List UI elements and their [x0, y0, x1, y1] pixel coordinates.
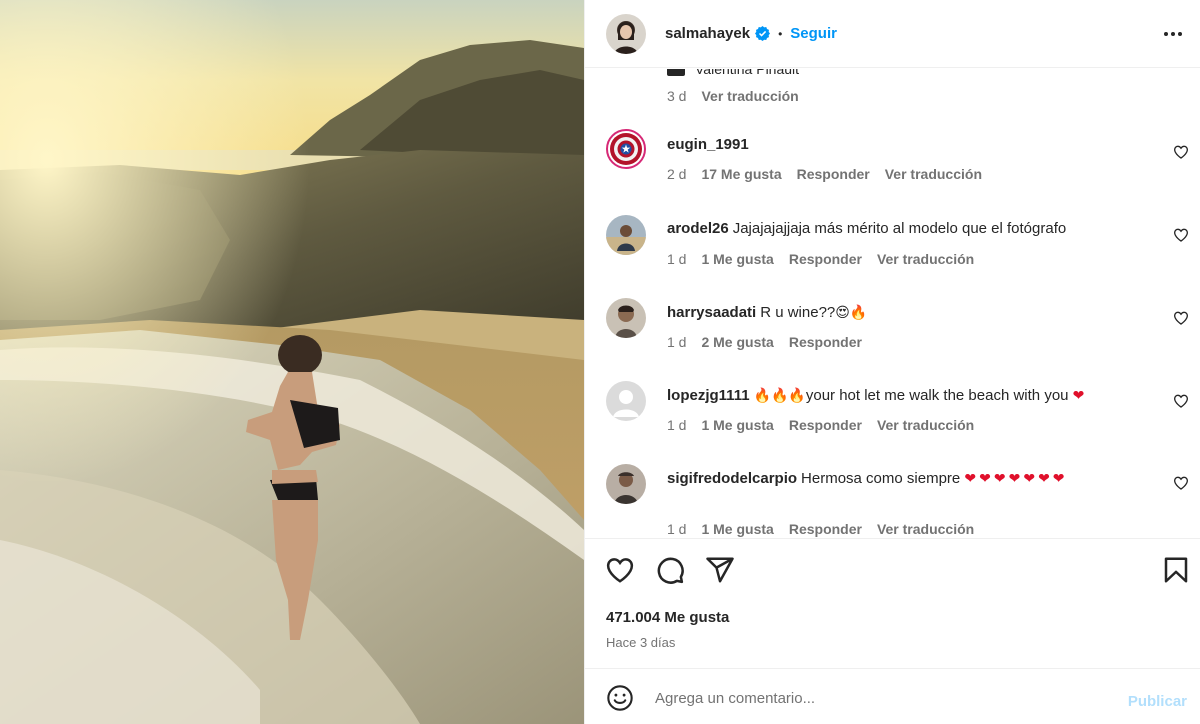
reply-link[interactable]: Responder — [789, 251, 862, 267]
commenter-avatar[interactable] — [606, 464, 646, 504]
comment-meta: 1 d 1 Me gusta Responder Ver traducción — [667, 521, 989, 537]
translate-link[interactable]: Ver traducción — [877, 417, 974, 433]
comment-heart-icon[interactable] — [1173, 393, 1189, 409]
partial-comment-meta: 3 d Ver traducción — [667, 88, 799, 104]
heart-icon[interactable] — [605, 555, 635, 585]
comment-time: 3 d — [667, 88, 687, 104]
partial-comment-text: Valentina Pinault — [667, 69, 799, 77]
comment-emoji: ❤ — [1072, 387, 1085, 403]
comment-meta: 1 d 1 Me gusta Responder Ver traducción — [667, 251, 989, 267]
paper-plane-icon[interactable] — [705, 555, 735, 585]
comment-body: your hot let me walk the beach with you — [805, 387, 1069, 404]
commenter-avatar[interactable] — [606, 215, 646, 255]
comment-meta: 1 d 2 Me gusta Responder — [667, 334, 877, 350]
comments-list[interactable]: Valentina Pinault 3 d Ver traducción eug… — [585, 69, 1200, 538]
comment-body: R u wine?? — [760, 304, 836, 321]
commenter-avatar[interactable] — [606, 298, 646, 338]
verified-badge-icon — [755, 26, 771, 41]
comment-input[interactable] — [655, 686, 1105, 710]
comment-heart-icon[interactable] — [1173, 227, 1189, 243]
comment-text: lopezjg1111 🔥🔥🔥your hot let me walk the b… — [667, 384, 1157, 407]
reply-link[interactable]: Responder — [797, 166, 870, 182]
comment-emoji-pre: 🔥🔥🔥 — [753, 387, 806, 403]
commenter-username[interactable]: eugin_1991 — [667, 136, 749, 153]
translate-link[interactable]: Ver traducción — [885, 166, 982, 182]
comment-heart-icon[interactable] — [1173, 475, 1189, 491]
publish-button[interactable]: Publicar — [1128, 693, 1187, 710]
emoji-icon[interactable] — [606, 684, 634, 712]
reply-link[interactable]: Responder — [789, 417, 862, 433]
comment-icon[interactable] — [655, 555, 685, 585]
follow-button[interactable]: Seguir — [790, 25, 837, 42]
comment-text: eugin_1991 — [667, 134, 1157, 156]
commenter-username[interactable]: arodel26 — [667, 220, 729, 237]
comment-meta: 1 d 1 Me gusta Responder Ver traducción — [667, 417, 989, 433]
translate-link[interactable]: Ver traducción — [877, 251, 974, 267]
comment-time: 1 d — [667, 251, 687, 267]
commenter-username[interactable]: sigifredodelcarpio — [667, 470, 797, 487]
comment-emoji: 😍🔥 — [835, 304, 868, 320]
comment-likes[interactable]: 2 Me gusta — [701, 334, 773, 350]
bookmark-icon[interactable] — [1161, 555, 1191, 585]
author-username[interactable]: salmahayek — [665, 25, 750, 42]
commenter-username[interactable]: harrysaadati — [667, 304, 756, 321]
post-actions: 471.004 Me gusta Hace 3 días — [585, 538, 1200, 668]
comment-time: 2 d — [667, 166, 687, 182]
translate-link[interactable]: Ver traducción — [877, 521, 974, 537]
comment-heart-icon[interactable] — [1173, 144, 1189, 160]
commenter-avatar[interactable] — [606, 381, 646, 421]
comment-body: Jajajajajjaja más mérito al modelo que e… — [732, 220, 1067, 237]
reply-link[interactable]: Responder — [789, 521, 862, 537]
comment-body: Hermosa como siempre — [801, 470, 961, 487]
comment-text: arodel26 Jajajajajjaja más mérito al mode… — [667, 218, 1157, 240]
comment-likes[interactable]: 1 Me gusta — [701, 521, 773, 537]
reply-link[interactable]: Responder — [789, 334, 862, 350]
author-avatar[interactable] — [606, 13, 646, 54]
more-options-icon[interactable] — [1161, 22, 1185, 46]
comment-text: sigifredodelcarpio Hermosa como siempre ❤… — [667, 467, 1157, 490]
comment-likes[interactable]: 17 Me gusta — [701, 166, 781, 182]
comment-meta: 2 d 17 Me gusta Responder Ver traducción — [667, 166, 997, 182]
post-date: Hace 3 días — [606, 635, 676, 650]
post-photo — [0, 0, 584, 724]
post-side-panel: salmahayek • Seguir Valentina Pinault 3 … — [584, 0, 1200, 724]
comment-emoji: ❤❤❤❤❤❤❤ — [964, 470, 1068, 486]
commenter-avatar[interactable] — [606, 129, 646, 169]
add-comment-bar: Publicar — [585, 668, 1200, 724]
comment-likes[interactable]: 1 Me gusta — [701, 251, 773, 267]
translate-link[interactable]: Ver traducción — [701, 88, 798, 104]
comment-likes[interactable]: 1 Me gusta — [701, 417, 773, 433]
comment-heart-icon[interactable] — [1173, 310, 1189, 326]
separator-dot: • — [778, 26, 783, 41]
comment-text: harrysaadati R u wine??😍🔥 — [667, 301, 1157, 324]
comment-time: 1 d — [667, 521, 687, 537]
commenter-username[interactable]: lopezjg1111 — [667, 387, 750, 404]
comment-time: 1 d — [667, 417, 687, 433]
comment-time: 1 d — [667, 334, 687, 350]
post-header: salmahayek • Seguir — [585, 0, 1200, 68]
likes-count[interactable]: 471.004 Me gusta — [606, 609, 729, 626]
